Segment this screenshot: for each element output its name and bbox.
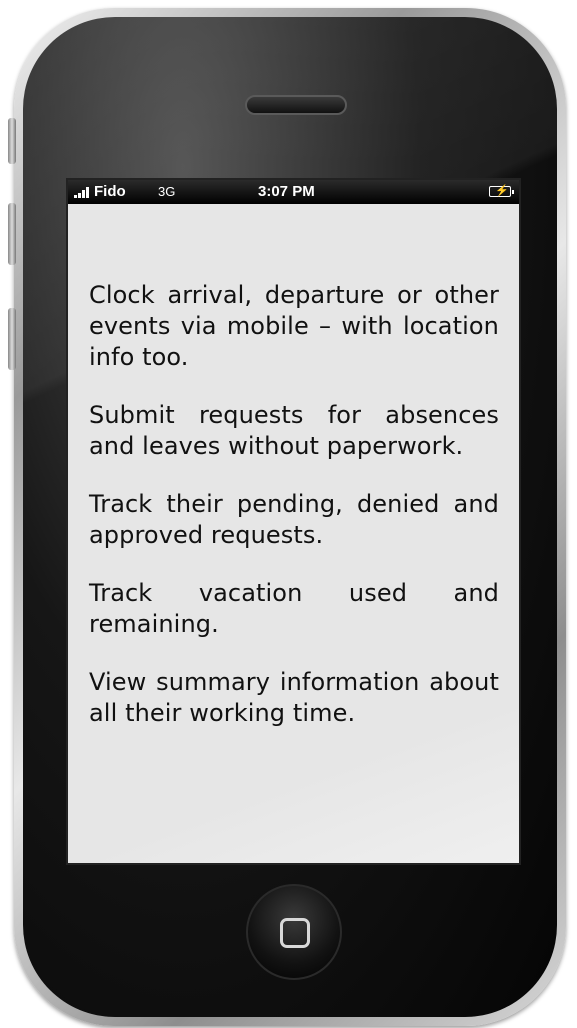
- mute-switch[interactable]: [8, 308, 16, 370]
- volume-down-button[interactable]: [8, 203, 16, 265]
- feature-track-requests: Track their pending, denied and approved…: [89, 490, 499, 549]
- status-bar: Fido 3G 3:07 PM ⚡: [68, 180, 519, 204]
- carrier-name: Fido: [94, 183, 126, 200]
- status-time: 3:07 PM: [258, 183, 315, 200]
- battery-charging-icon: ⚡: [489, 185, 514, 197]
- feature-submit-requests: Submit requests for absences and leaves …: [89, 401, 499, 460]
- home-button[interactable]: [246, 884, 342, 980]
- volume-up-button[interactable]: [8, 118, 16, 164]
- feature-summary-info: View summary information about all their…: [89, 668, 499, 727]
- network-type: 3G: [158, 184, 176, 199]
- feature-clock-events: Clock arrival, departure or other events…: [89, 281, 499, 371]
- home-square-icon: [280, 918, 310, 948]
- signal-strength-icon: [74, 186, 92, 198]
- feature-list: Clock arrival, departure or other events…: [68, 204, 519, 863]
- phone-screen: Fido 3G 3:07 PM ⚡ Clock arrival, departu…: [66, 178, 521, 865]
- earpiece-speaker: [245, 95, 347, 115]
- feature-track-vacation: Track vacation used and remaining.: [89, 579, 499, 638]
